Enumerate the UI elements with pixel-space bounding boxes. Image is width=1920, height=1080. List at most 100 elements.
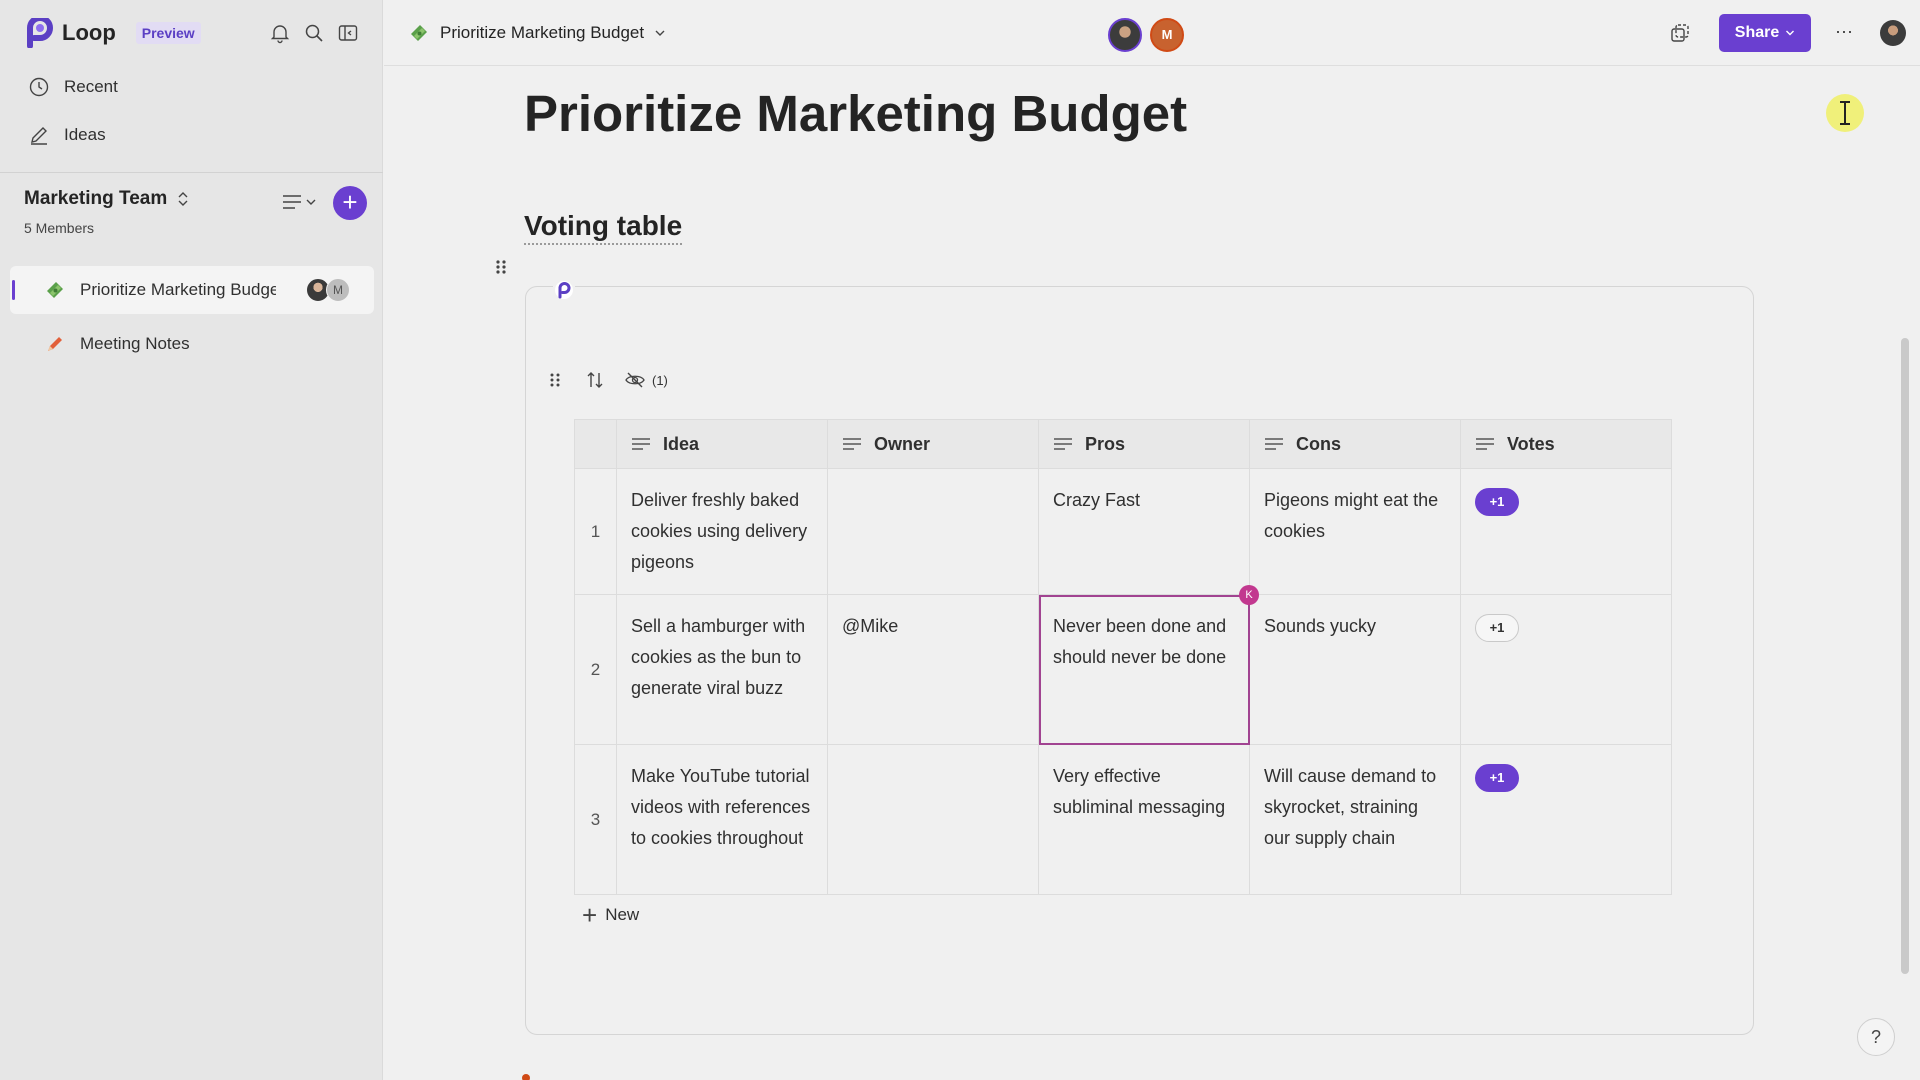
hidden-columns-button[interactable]: (1): [624, 369, 668, 391]
cell-owner[interactable]: [827, 468, 1039, 595]
avatar[interactable]: M: [1150, 18, 1184, 52]
text-column-icon: [1054, 438, 1072, 450]
voting-table: Idea Owner Pros Cons Votes 1 Deliver fre: [574, 419, 1672, 895]
cell-owner[interactable]: [827, 744, 1039, 895]
column-label: Idea: [663, 433, 700, 454]
cell-votes[interactable]: +1: [1460, 744, 1672, 895]
column-header-votes[interactable]: Votes: [1460, 419, 1672, 469]
help-button[interactable]: ?: [1857, 1018, 1895, 1056]
cell-votes[interactable]: +1: [1460, 468, 1672, 595]
cell-idea[interactable]: Sell a hamburger with cookies as the bun…: [616, 594, 828, 745]
sidebar-page-title: Prioritize Marketing Budget: [80, 280, 276, 299]
money-emoji-icon: [411, 25, 427, 41]
column-header-cons[interactable]: Cons: [1249, 419, 1461, 469]
column-header-pros[interactable]: Pros: [1038, 419, 1250, 469]
column-label: Owner: [874, 433, 931, 454]
chevron-down-icon: [655, 30, 665, 36]
table-row: 3 Make YouTube tutorial videos with refe…: [574, 744, 1672, 895]
doc-title-menu[interactable]: Prioritize Marketing Budget: [408, 22, 666, 44]
vote-button[interactable]: +1: [1475, 764, 1519, 792]
panel-toggle-icon[interactable]: [337, 22, 359, 44]
cell-votes[interactable]: +1: [1460, 594, 1672, 745]
loop-component-icon[interactable]: [553, 279, 575, 301]
collaborator-cursor-badge: K: [1239, 585, 1259, 605]
pencil-emoji-icon: [48, 337, 62, 351]
share-label: Share: [1734, 24, 1780, 41]
cursor-highlight: [1826, 94, 1864, 132]
loop-component-card: (1) Idea Owner Pros Cons Votes 1 Deliver…: [525, 279, 1754, 1035]
doc-title: Prioritize Marketing Budget: [440, 23, 645, 42]
nav-ideas-label: Ideas: [64, 125, 106, 144]
row-number-header: [574, 419, 617, 469]
add-page-button[interactable]: +: [333, 186, 367, 220]
chevron-down-icon: [1786, 30, 1795, 36]
cell-cons[interactable]: Pigeons might eat the cookies: [1249, 468, 1461, 595]
presence-avatars: M: [1108, 18, 1184, 52]
column-header-owner[interactable]: Owner: [827, 419, 1039, 469]
new-row-button[interactable]: + New: [582, 902, 640, 928]
text-column-icon: [843, 438, 861, 450]
money-emoji-icon: [47, 282, 63, 298]
sort-menu-icon[interactable]: [280, 190, 318, 214]
cell-idea[interactable]: Deliver freshly baked cookies using deli…: [616, 468, 828, 595]
cell-idea[interactable]: Make YouTube tutorial videos with refere…: [616, 744, 828, 895]
sidebar: Loop Preview Recent Ideas Marketing Team…: [0, 0, 383, 1080]
table-toolbar: (1): [544, 369, 668, 391]
text-column-icon: [1476, 438, 1494, 450]
scrollbar[interactable]: [1901, 338, 1909, 974]
sidebar-page-prioritize[interactable]: Prioritize Marketing Budget M: [10, 266, 374, 314]
nav-recent-label: Recent: [64, 77, 118, 96]
table-row: 2 Sell a hamburger with cookies as the b…: [574, 585, 1672, 745]
column-label: Cons: [1296, 433, 1341, 454]
compose-icon: [31, 127, 47, 145]
nav-ideas[interactable]: Ideas: [28, 124, 106, 146]
cell-pros[interactable]: Very effective subliminal messaging: [1038, 744, 1250, 895]
team-name: Marketing Team: [24, 188, 168, 209]
row-number[interactable]: 1: [574, 468, 617, 595]
share-button[interactable]: Share: [1719, 14, 1811, 52]
drag-handle-icon[interactable]: [544, 369, 566, 391]
vote-button[interactable]: +1: [1475, 488, 1519, 516]
drag-handle-icon[interactable]: [494, 258, 508, 276]
avatar[interactable]: [1108, 18, 1142, 52]
page-collaborators: M: [306, 278, 350, 302]
row-number[interactable]: 2: [574, 594, 617, 745]
sidebar-divider: [0, 172, 383, 173]
cell-pros-text: Never been done and should never be done: [1053, 616, 1227, 667]
loop-logo-icon: [27, 18, 53, 48]
cell-owner[interactable]: @Mike: [827, 594, 1039, 745]
new-row-label: New: [605, 905, 640, 924]
selection-indicator: [12, 280, 15, 300]
cell-pros[interactable]: Crazy Fast: [1038, 468, 1250, 595]
sort-icon[interactable]: [584, 369, 606, 391]
collaborator-dot: [522, 1074, 530, 1080]
app-name: Loop: [62, 20, 116, 45]
more-options-button[interactable]: ···: [1832, 20, 1856, 44]
row-number[interactable]: 3: [574, 744, 617, 895]
text-column-icon: [1265, 438, 1283, 450]
table-header-row: Idea Owner Pros Cons Votes: [574, 419, 1672, 469]
team-header[interactable]: Marketing Team 5 Members: [24, 188, 189, 236]
team-members-count: 5 Members: [24, 220, 95, 236]
top-bar: Prioritize Marketing Budget M Share ···: [384, 0, 1920, 66]
search-icon[interactable]: [303, 22, 325, 44]
sidebar-page-meeting-notes[interactable]: Meeting Notes: [10, 320, 374, 368]
page-title[interactable]: Prioritize Marketing Budget: [524, 84, 1187, 143]
nav-recent[interactable]: Recent: [28, 76, 118, 98]
chevron-updown-icon[interactable]: [177, 190, 189, 208]
section-heading[interactable]: Voting table: [524, 210, 683, 245]
user-avatar[interactable]: [1880, 20, 1906, 46]
clock-icon: [29, 77, 49, 97]
cell-cons[interactable]: Sounds yucky: [1249, 594, 1461, 745]
preview-badge: Preview: [135, 22, 201, 44]
copy-component-icon[interactable]: [1669, 22, 1691, 44]
eye-off-icon: [625, 372, 645, 388]
hidden-columns-count: (1): [652, 372, 668, 388]
cell-cons[interactable]: Will cause demand to skyrocket, strainin…: [1249, 744, 1461, 895]
cell-pros-selected[interactable]: Never been done and should never be done…: [1038, 585, 1259, 745]
column-header-idea[interactable]: Idea: [616, 419, 828, 469]
avatar: M: [326, 278, 350, 302]
bell-icon[interactable]: [269, 22, 291, 44]
brand[interactable]: Loop Preview: [26, 18, 201, 48]
vote-button[interactable]: +1: [1475, 614, 1519, 642]
